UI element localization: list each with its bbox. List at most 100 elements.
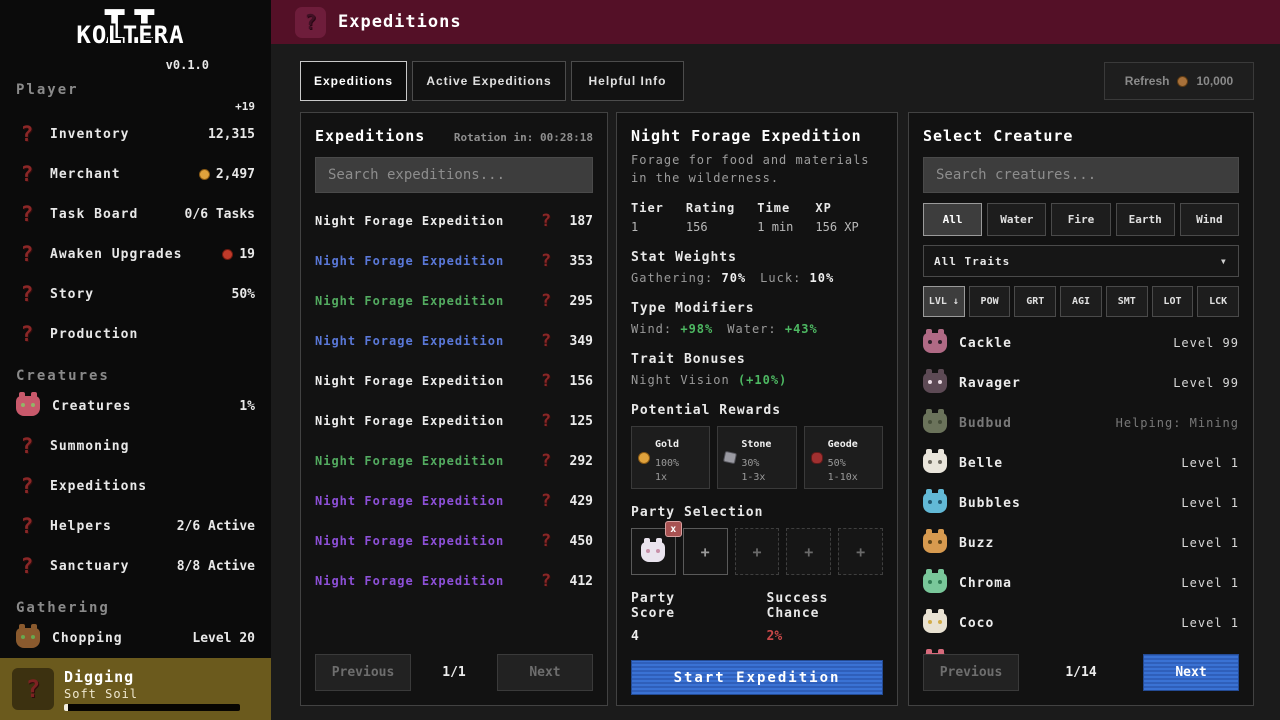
expedition-list-item[interactable]: Night Forage Expedition 412 xyxy=(315,561,593,601)
logo-title: KOLTERA xyxy=(0,21,261,49)
sidebar-item-awaken-upgrades[interactable]: Awaken Upgrades 19 xyxy=(0,234,271,274)
creature-list-item[interactable]: Chroma Level 1 xyxy=(923,563,1239,603)
question-creature-icon xyxy=(16,554,38,578)
sidebar-item-story[interactable]: Story 50% xyxy=(0,274,271,314)
party-slot-filled[interactable]: x xyxy=(631,528,676,575)
type-modifiers-heading: Type Modifiers xyxy=(631,301,883,316)
creature-list-item[interactable]: Coco Level 1 xyxy=(923,603,1239,643)
start-expedition-button[interactable]: Start Expedition xyxy=(631,660,883,695)
expedition-list-item[interactable]: Night Forage Expedition 295 xyxy=(315,281,593,321)
sidebar-item-inventory[interactable]: Inventory 12,315 xyxy=(0,114,271,154)
expedition-list-item[interactable]: Night Forage Expedition 187 xyxy=(315,201,593,241)
sidebar-item-chopping[interactable]: Chopping Level 20 xyxy=(0,618,271,658)
next-page-button[interactable]: Next xyxy=(497,654,593,691)
reward-stone[interactable]: Stone 30% 1-3x xyxy=(717,426,796,489)
remove-creature-button[interactable]: x xyxy=(665,521,682,537)
geode-icon xyxy=(811,452,823,464)
filter-fire-button[interactable]: Fire xyxy=(1051,203,1110,236)
sidebar-item-expeditions[interactable]: Expeditions xyxy=(0,466,271,506)
expedition-icon xyxy=(535,449,557,473)
reward-gold[interactable]: Gold 100% 1x xyxy=(631,426,710,489)
traits-dropdown[interactable]: All Traits xyxy=(923,245,1239,277)
party-slot-empty[interactable]: + xyxy=(683,528,728,575)
sort-pow-button[interactable]: POW xyxy=(969,286,1011,317)
expedition-detail-panel: Night Forage Expedition Forage for food … xyxy=(616,112,898,706)
expedition-list-item[interactable]: Night Forage Expedition 353 xyxy=(315,241,593,281)
filter-earth-button[interactable]: Earth xyxy=(1116,203,1175,236)
type-modifiers-values: Wind: +98% Water: +43% xyxy=(631,322,883,336)
expedition-list-item[interactable]: Night Forage Expedition 450 xyxy=(315,521,593,561)
creature-list: Cackle Level 99 Ravager Level 99 Budbud … xyxy=(923,323,1239,683)
expedition-icon xyxy=(535,209,557,233)
sidebar-item-merchant[interactable]: Merchant 2,497 xyxy=(0,154,271,194)
sort-lck-button[interactable]: LCK xyxy=(1197,286,1239,317)
expedition-icon xyxy=(535,369,557,393)
filter-all-button[interactable]: All xyxy=(923,203,982,236)
trait-bonuses-heading: Trait Bonuses xyxy=(631,352,883,367)
filter-wind-button[interactable]: Wind xyxy=(1180,203,1239,236)
sort-lvl-button[interactable]: LVL ↓ xyxy=(923,286,965,317)
expedition-icon xyxy=(535,329,557,353)
next-page-button[interactable]: Next xyxy=(1143,654,1239,691)
creature-list-item[interactable]: Bubbles Level 1 xyxy=(923,483,1239,523)
tab-expeditions[interactable]: Expeditions xyxy=(300,61,407,101)
creature-list-item[interactable]: Ravager Level 99 xyxy=(923,363,1239,403)
sidebar-item-creatures[interactable]: Creatures 1% xyxy=(0,386,271,426)
sidebar-item-digging-active[interactable]: Digging Soft Soil xyxy=(0,658,271,720)
sidebar-item-helpers[interactable]: Helpers 2/6 Active xyxy=(0,506,271,546)
expeditions-list-panel: Expeditions Rotation in: 00:28:18 Night … xyxy=(300,112,608,706)
chevron-down-icon xyxy=(1220,254,1228,268)
filter-water-button[interactable]: Water xyxy=(987,203,1046,236)
reward-geode[interactable]: Geode 50% 1-10x xyxy=(804,426,883,489)
sidebar-item-task-board[interactable]: Task Board 0/6 Tasks xyxy=(0,194,271,234)
tab-helpful-info[interactable]: Helpful Info xyxy=(571,61,684,101)
awaken-orb-icon xyxy=(222,249,233,260)
previous-page-button[interactable]: Previous xyxy=(315,654,411,691)
refresh-button[interactable]: Refresh 10,000 xyxy=(1104,62,1254,100)
creature-list-item[interactable]: Buzz Level 1 xyxy=(923,523,1239,563)
question-creature-icon xyxy=(16,322,38,346)
search-expeditions-input[interactable] xyxy=(315,157,593,193)
party-creature-icon xyxy=(641,542,665,562)
select-creature-panel: Select Creature All Water Fire Earth Win… xyxy=(908,112,1254,706)
element-filter-row: All Water Fire Earth Wind xyxy=(923,203,1239,236)
sort-grt-button[interactable]: GRT xyxy=(1014,286,1056,317)
expedition-list-item[interactable]: Night Forage Expedition 156 xyxy=(315,361,593,401)
sidebar-item-sanctuary[interactable]: Sanctuary 8/8 Active xyxy=(0,546,271,586)
expedition-stats: Tier1 Rating156 Time1 min XP156 XP xyxy=(631,201,883,234)
sort-lot-button[interactable]: LOT xyxy=(1152,286,1194,317)
creature-icon xyxy=(923,533,947,553)
coin-icon xyxy=(199,169,210,180)
question-creature-icon xyxy=(16,242,38,266)
search-creatures-input[interactable] xyxy=(923,157,1239,193)
sidebar-item-production[interactable]: Production xyxy=(0,314,271,354)
sort-agi-button[interactable]: AGI xyxy=(1060,286,1102,317)
tab-active-expeditions[interactable]: Active Expeditions xyxy=(412,61,566,101)
party-slot-locked: + xyxy=(786,528,831,575)
question-creature-icon xyxy=(16,162,38,186)
page-indicator: 1/1 xyxy=(442,665,465,680)
question-creature-icon xyxy=(22,677,44,701)
sidebar-item-summoning[interactable]: Summoning xyxy=(0,426,271,466)
stat-weights-values: Gathering: 70% Luck: 10% xyxy=(631,271,883,285)
expedition-list-item[interactable]: Night Forage Expedition 125 xyxy=(315,401,593,441)
expedition-list-item[interactable]: Night Forage Expedition 292 xyxy=(315,441,593,481)
mushroom-creature-icon xyxy=(16,396,40,416)
sort-smt-button[interactable]: SMT xyxy=(1106,286,1148,317)
page-title: Expeditions xyxy=(338,12,462,32)
creature-list-item[interactable]: Cackle Level 99 xyxy=(923,323,1239,363)
success-chance-value: 2% xyxy=(767,629,883,644)
expedition-list-item[interactable]: Night Forage Expedition 429 xyxy=(315,481,593,521)
logo-version: v0.1.0 xyxy=(166,58,209,72)
page-header: Expeditions xyxy=(271,0,1280,44)
potential-rewards-heading: Potential Rewards xyxy=(631,403,883,418)
question-creature-icon xyxy=(16,122,38,146)
party-slot-locked: + xyxy=(735,528,780,575)
party-summary: Party Score 4 Success Chance 2% xyxy=(631,591,883,644)
success-chance-label: Success Chance xyxy=(767,591,883,621)
expedition-icon xyxy=(535,289,557,313)
expedition-list-item[interactable]: Night Forage Expedition 349 xyxy=(315,321,593,361)
previous-page-button[interactable]: Previous xyxy=(923,654,1019,691)
sort-buttons-row: LVL ↓ POW GRT AGI SMT LOT LCK xyxy=(923,286,1239,317)
creature-list-item[interactable]: Belle Level 1 xyxy=(923,443,1239,483)
